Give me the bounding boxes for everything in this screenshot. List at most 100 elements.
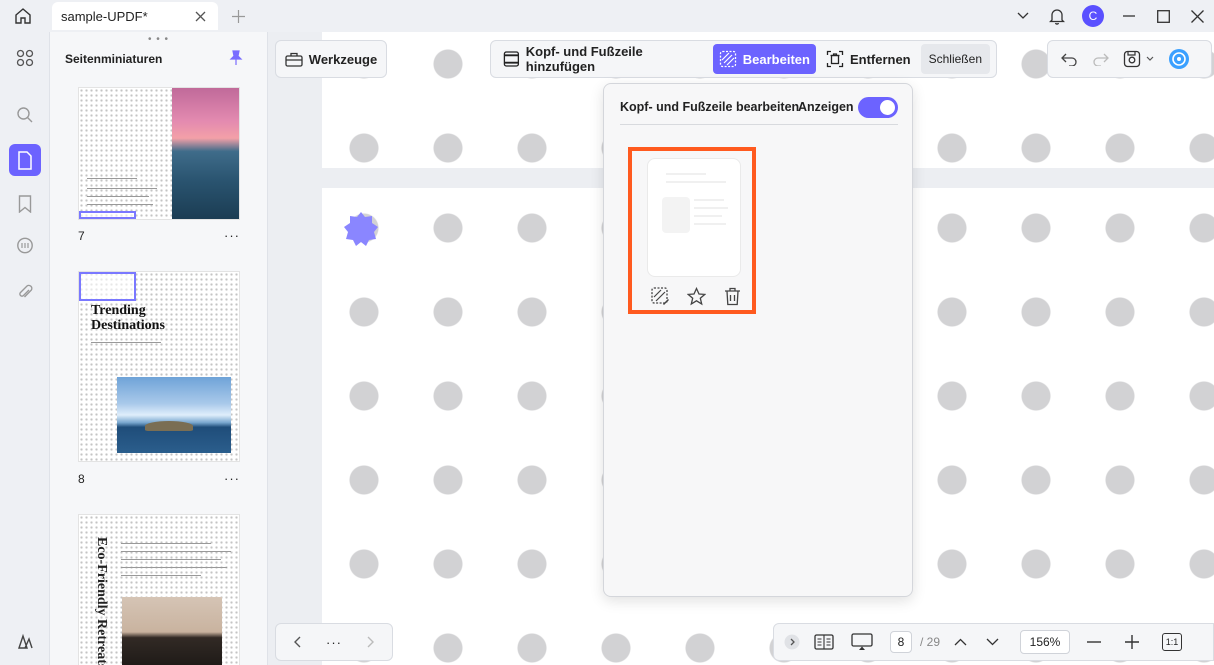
chevron-down-icon[interactable] bbox=[1006, 0, 1040, 32]
template-preview bbox=[647, 158, 741, 277]
template-actions bbox=[649, 285, 743, 307]
status-bar: 8 / 29 156% 1:1 bbox=[773, 623, 1214, 661]
tools-button[interactable]: Werkzeuge bbox=[275, 40, 387, 78]
selected-footer-region bbox=[79, 211, 136, 219]
thumb-text-line bbox=[87, 204, 153, 205]
add-header-footer-button[interactable]: Kopf- und Fußzeile hinzufügen bbox=[497, 44, 709, 74]
header-footer-toolbar: Kopf- und Fußzeile hinzufügen Bearbeiten… bbox=[490, 40, 997, 78]
window-controls: C bbox=[1006, 0, 1214, 32]
redo-icon[interactable] bbox=[1088, 46, 1114, 72]
thumb-vertical-heading: Eco-Friendly Retreats bbox=[94, 537, 109, 665]
comment-icon[interactable] bbox=[9, 230, 41, 262]
thumb-text-line bbox=[121, 567, 227, 568]
zoom-out-icon[interactable] bbox=[1082, 630, 1106, 654]
thumb-text-line bbox=[121, 551, 231, 552]
tools-label: Werkzeuge bbox=[308, 51, 378, 67]
page-thumbnail-8[interactable]: Trending Destinations bbox=[78, 271, 240, 462]
undo-icon[interactable] bbox=[1056, 46, 1082, 72]
chevron-right-icon[interactable] bbox=[359, 630, 383, 654]
star-icon[interactable] bbox=[685, 285, 707, 307]
thumb-text-line bbox=[121, 543, 211, 544]
collapse-chevron-icon[interactable] bbox=[780, 630, 804, 654]
edit-label: Bearbeiten bbox=[742, 51, 810, 67]
close-icon[interactable] bbox=[192, 8, 208, 24]
avatar[interactable]: C bbox=[1082, 5, 1104, 27]
page-thumbnail-9[interactable]: Eco-Friendly Retreats bbox=[78, 514, 240, 665]
left-rail bbox=[0, 32, 50, 665]
preview-line bbox=[694, 215, 722, 217]
thumb-text-line bbox=[87, 178, 137, 179]
pin-icon[interactable] bbox=[228, 50, 244, 66]
preview-line bbox=[694, 223, 726, 225]
header-footer-icon bbox=[503, 51, 520, 67]
minimize-icon[interactable] bbox=[1112, 0, 1146, 32]
save-icon[interactable] bbox=[1120, 46, 1160, 72]
thumbnail-panel: • • • Seitenminiaturen 7 ··· Trending De… bbox=[50, 32, 268, 665]
drag-handle[interactable]: • • • bbox=[148, 34, 169, 45]
maximize-icon[interactable] bbox=[1146, 0, 1180, 32]
preview-line bbox=[694, 199, 724, 201]
selected-header-region bbox=[79, 272, 136, 301]
page-nav-box: ··· bbox=[275, 623, 393, 661]
island-image bbox=[117, 377, 231, 453]
edit-template-icon[interactable] bbox=[649, 285, 671, 307]
remove-label: Entfernen bbox=[849, 51, 911, 67]
thumb-text-line bbox=[91, 342, 161, 343]
tab-title: sample-UPDF* bbox=[61, 8, 148, 24]
edit-button[interactable]: Bearbeiten bbox=[712, 44, 816, 74]
show-toggle[interactable] bbox=[858, 97, 898, 118]
zoom-level[interactable]: 156% bbox=[1020, 630, 1071, 654]
rock-image bbox=[122, 597, 222, 665]
page-icon[interactable] bbox=[9, 144, 41, 176]
add-header-footer-label: Kopf- und Fußzeile hinzufügen bbox=[525, 44, 643, 74]
preview-line bbox=[666, 181, 726, 183]
chevron-up-icon[interactable] bbox=[948, 630, 972, 654]
layers-icon[interactable] bbox=[9, 626, 41, 658]
chevron-left-icon[interactable] bbox=[285, 630, 309, 654]
chevron-down-icon[interactable] bbox=[980, 630, 1004, 654]
page-more-button[interactable]: ··· bbox=[224, 228, 240, 243]
thumb-text-line bbox=[121, 559, 221, 560]
zoom-in-icon[interactable] bbox=[1120, 630, 1144, 654]
attachment-icon[interactable] bbox=[9, 276, 41, 308]
remove-icon bbox=[826, 50, 844, 68]
page-number-7: 7 bbox=[78, 229, 85, 243]
thumb-text-line bbox=[121, 575, 201, 576]
fit-actual-size-button[interactable]: 1:1 bbox=[1162, 633, 1183, 651]
close-button[interactable]: Schließen bbox=[920, 44, 990, 74]
header-badge-icon bbox=[344, 212, 378, 246]
ai-assistant-icon[interactable] bbox=[1166, 46, 1192, 72]
page-more-button[interactable]: ··· bbox=[224, 471, 240, 486]
toolbox-icon bbox=[285, 52, 303, 67]
popover-title: Kopf- und Fußzeile bearbeiten bbox=[620, 100, 800, 114]
grid-icon[interactable] bbox=[9, 42, 41, 74]
thumb-text-line bbox=[87, 196, 149, 197]
search-icon[interactable] bbox=[9, 99, 41, 131]
plus-icon[interactable] bbox=[228, 6, 248, 26]
thumb-heading-line1: Trending bbox=[91, 303, 146, 318]
presentation-icon[interactable] bbox=[850, 630, 874, 654]
preview-line bbox=[666, 173, 706, 175]
two-page-icon[interactable] bbox=[812, 630, 836, 654]
header-footer-edit-popover: Kopf- und Fußzeile bearbeiten Anzeigen bbox=[603, 83, 913, 597]
page-total: / 29 bbox=[920, 635, 941, 649]
thumb-text-line bbox=[87, 188, 157, 189]
more-button[interactable]: ··· bbox=[326, 635, 342, 650]
document-tab[interactable]: sample-UPDF* bbox=[52, 2, 218, 30]
home-icon[interactable] bbox=[10, 5, 36, 27]
title-bar: sample-UPDF* C bbox=[0, 0, 1214, 32]
page-number-8: 8 bbox=[78, 472, 85, 486]
right-toolbar bbox=[1047, 40, 1212, 78]
show-label: Anzeigen bbox=[798, 100, 854, 114]
page-thumbnail-7[interactable] bbox=[78, 87, 240, 220]
bookmark-icon[interactable] bbox=[9, 188, 41, 220]
divider bbox=[620, 124, 898, 125]
preview-image bbox=[662, 197, 690, 233]
sunset-image bbox=[172, 88, 239, 219]
remove-button[interactable]: Entfernen bbox=[820, 44, 917, 74]
page-number-input[interactable]: 8 bbox=[890, 631, 912, 653]
window-close-icon[interactable] bbox=[1180, 0, 1214, 32]
trash-icon[interactable] bbox=[721, 285, 743, 307]
bell-icon[interactable] bbox=[1040, 0, 1074, 32]
template-card[interactable] bbox=[628, 147, 756, 314]
